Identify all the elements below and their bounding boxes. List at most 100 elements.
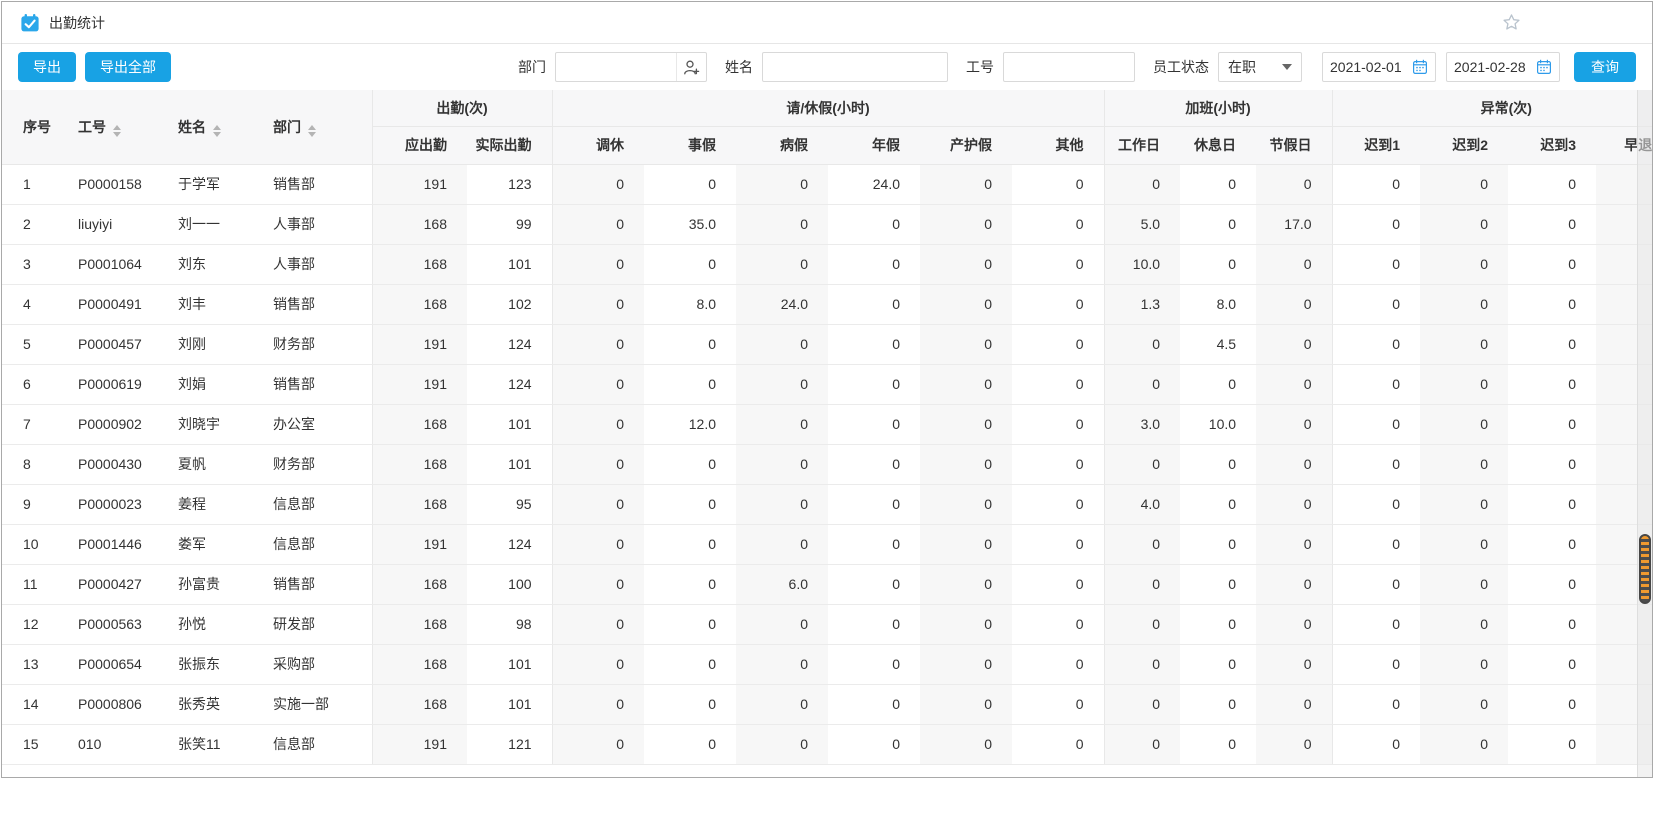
table-cell: 0: [1420, 644, 1509, 685]
cell-emp-id: 010: [57, 724, 157, 765]
table-cell: 0: [736, 644, 829, 685]
vertical-scrollbar-thumb[interactable]: [1639, 534, 1651, 604]
table-cell: 0: [920, 284, 1013, 325]
table-cell: 0: [1012, 724, 1105, 765]
table-cell: 0: [828, 524, 921, 565]
cell-dept: 人事部: [252, 244, 372, 285]
table-cell: 4.0: [1103, 484, 1181, 525]
table-cell: 0: [1331, 164, 1421, 205]
table-cell: 0: [736, 444, 829, 485]
cell-emp-id: P0000158: [57, 164, 157, 205]
cell-name: 张振东: [157, 644, 252, 685]
table-cell: 124: [467, 364, 553, 405]
table-cell: 0: [551, 444, 645, 485]
start-date-picker[interactable]: 2021-02-01: [1322, 52, 1436, 82]
star-icon[interactable]: [1501, 12, 1522, 33]
empid-input-wrap: [1003, 52, 1135, 82]
table-cell: 0: [1420, 684, 1509, 725]
row-index: 5: [2, 324, 57, 365]
table-cell: 95: [467, 484, 553, 525]
column-subheader: 事假: [644, 126, 737, 165]
table-cell: 0: [1420, 404, 1509, 445]
table-cell: 0: [736, 244, 829, 285]
table-cell: 0: [1508, 564, 1597, 605]
table-cell: 10.0: [1180, 404, 1257, 445]
table-cell: 0: [1508, 484, 1597, 525]
name-input[interactable]: [763, 54, 947, 80]
table-cell: 0: [1012, 564, 1105, 605]
table-cell: 0: [736, 724, 829, 765]
table-cell: 102: [467, 284, 553, 325]
table-cell: 0: [1508, 204, 1597, 245]
table-cell: 124: [467, 324, 553, 365]
column-header-name[interactable]: 姓名: [157, 90, 252, 165]
table-cell: 0: [1012, 644, 1105, 685]
cell-name: 孙悦: [157, 604, 252, 645]
cell-name: 刘丰: [157, 284, 252, 325]
cell-emp-id: P0000430: [57, 444, 157, 485]
cell-emp-id: P0000457: [57, 324, 157, 365]
calendar-check-icon: [20, 13, 40, 33]
table-cell: 8.0: [644, 284, 737, 325]
table-cell: 0: [1012, 604, 1105, 645]
table-cell: 0: [1012, 284, 1105, 325]
table-cell: 0: [1180, 684, 1257, 725]
table-row: 1P0000158于学军销售部19112300024.0000000000: [2, 164, 1652, 205]
sort-carets-icon[interactable]: [213, 124, 221, 137]
column-subheader: 调休: [551, 126, 645, 165]
column-subheader: 病假: [736, 126, 829, 165]
table-cell: 0: [1256, 444, 1333, 485]
cell-emp-id: P0000902: [57, 404, 157, 445]
column-label: 姓名: [178, 118, 206, 135]
table-cell: 0: [1508, 164, 1597, 205]
column-header-dept[interactable]: 部门: [252, 90, 372, 165]
table-cell: 0: [1180, 604, 1257, 645]
table-cell: 0: [920, 364, 1013, 405]
end-date-picker[interactable]: 2021-02-28: [1446, 52, 1560, 82]
row-index: 13: [2, 644, 57, 685]
cell-dept: 财务部: [252, 444, 372, 485]
table-body: 1P0000158于学军销售部19112300024.00000000002li…: [2, 164, 1652, 765]
cell-emp-id: P0000023: [57, 484, 157, 525]
table-cell: 168: [371, 684, 467, 725]
table-cell: 0: [1012, 444, 1105, 485]
table-cell: 0: [1420, 564, 1509, 605]
table-cell: 0: [828, 364, 921, 405]
export-button[interactable]: 导出: [18, 52, 76, 82]
dept-input[interactable]: [556, 54, 676, 80]
column-header-emp-id[interactable]: 工号: [57, 90, 157, 165]
table-cell: 0: [1103, 524, 1181, 565]
sort-carets-icon[interactable]: [113, 124, 121, 137]
column-subheader: 迟到1: [1331, 126, 1421, 165]
table-cell: 0: [1331, 484, 1421, 525]
column-header-index: 序号: [2, 90, 57, 165]
attendance-table: 序号 工号 姓名 部门 出勤(次) 请/休假(小时) 加班(小时) 异常(次) 应出勤 实际出勤…: [2, 90, 1652, 765]
table-cell: 0: [551, 164, 645, 205]
table-cell: 0: [1508, 644, 1597, 685]
app-window: 出勤统计 导出 导出全部 部门 姓名 工号 员工状态 在职 2021-02-01…: [1, 1, 1653, 778]
status-select[interactable]: 在职: [1218, 52, 1302, 82]
table-cell: 0: [1420, 524, 1509, 565]
vertical-scrollbar-track[interactable]: [1637, 90, 1652, 777]
table-cell: 0: [1256, 364, 1333, 405]
table-cell: 0: [1420, 604, 1509, 645]
table-cell: 0: [644, 244, 737, 285]
table-cell: 0: [1180, 364, 1257, 405]
table-cell: 6.0: [736, 564, 829, 605]
empid-input[interactable]: [1004, 54, 1134, 80]
table-cell: 0: [736, 684, 829, 725]
table-cell: 0: [1103, 564, 1181, 605]
table-cell: 101: [467, 404, 553, 445]
table-cell: 0: [1420, 724, 1509, 765]
calendar-icon: [1536, 59, 1552, 75]
row-index: 3: [2, 244, 57, 285]
cell-dept: 销售部: [252, 364, 372, 405]
table-row: 15010张笑11信息部1911210000000000000: [2, 724, 1652, 765]
query-button[interactable]: 查询: [1574, 52, 1636, 82]
export-all-button[interactable]: 导出全部: [85, 52, 171, 82]
table-row: 13P0000654张振东采购部1681010000000000000: [2, 644, 1652, 685]
table-cell: 0: [920, 604, 1013, 645]
add-user-icon[interactable]: [676, 53, 706, 81]
sort-carets-icon[interactable]: [308, 124, 316, 137]
table-cell: 24.0: [736, 284, 829, 325]
